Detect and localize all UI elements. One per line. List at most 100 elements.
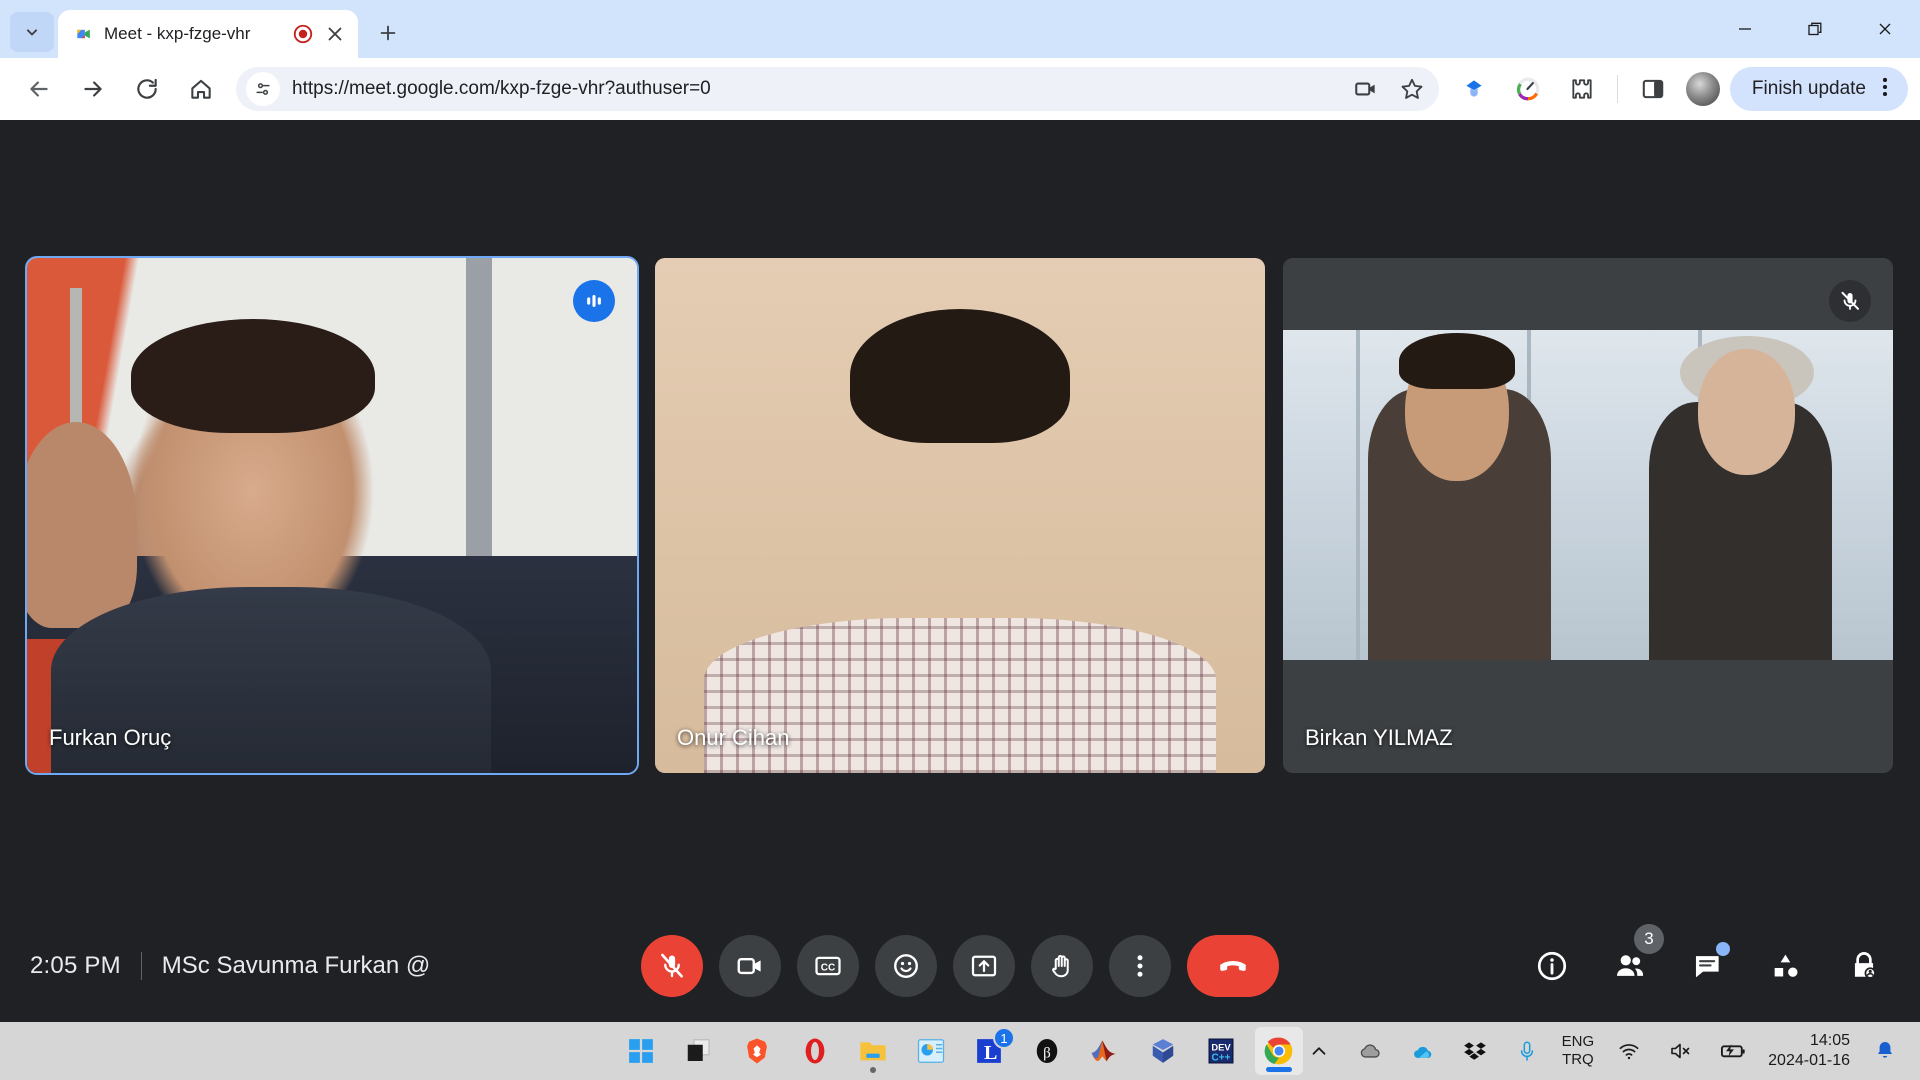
dropbox-icon[interactable]	[1458, 1034, 1492, 1068]
raised-hand-icon	[1052, 955, 1069, 978]
language-line-2: TRQ	[1562, 1051, 1594, 1068]
language-line-1: ENG	[1561, 1033, 1595, 1050]
color-wheel-icon[interactable]	[1501, 62, 1555, 116]
bookmark-star-icon[interactable]	[1391, 68, 1433, 110]
extension-diamond-icon[interactable]	[1447, 62, 1501, 116]
start-button[interactable]	[617, 1027, 665, 1075]
participant-tile[interactable]: Birkan YILMAZ	[1283, 257, 1893, 773]
taskbar-clock[interactable]: 14:05 2024-01-16	[1768, 1031, 1850, 1071]
microphone-off-button[interactable]	[641, 935, 703, 997]
google-meet-app: Furkan Oruç Onur Cihan Birkan YILMAZ 2:0…	[0, 120, 1920, 1022]
slides-chart-icon	[917, 1039, 945, 1063]
chrome-icon	[1264, 1037, 1293, 1065]
meeting-info-left: 2:05 PM MSc Savunma Furkan @	[30, 952, 430, 980]
video-camera-icon	[737, 957, 761, 975]
presentation-app[interactable]	[907, 1027, 955, 1075]
people-icon	[1616, 955, 1644, 976]
task-view-icon	[687, 1039, 710, 1061]
hang-up-phone-icon	[1220, 961, 1246, 971]
site-settings-icon[interactable]	[246, 72, 280, 106]
extensions-puzzle-icon[interactable]	[1555, 62, 1609, 116]
activities-button[interactable]	[1760, 940, 1812, 992]
chevron-down-icon	[26, 29, 38, 36]
texstudio-app[interactable]: L 1	[965, 1027, 1015, 1075]
reload-button[interactable]	[120, 62, 174, 116]
omnibox-actions	[1345, 68, 1433, 110]
participant-name: Furkan Oruç	[49, 724, 172, 750]
finish-update-button[interactable]: Finish update	[1729, 67, 1908, 111]
participant-video	[27, 257, 637, 773]
address-bar[interactable]: https://meet.google.com/kxp-fzge-vhr?aut…	[236, 67, 1439, 111]
forward-button[interactable]	[66, 62, 120, 116]
meeting-details-button[interactable]	[1526, 940, 1578, 992]
home-button[interactable]	[174, 62, 228, 116]
volume-muted-icon[interactable]	[1664, 1034, 1698, 1068]
meet-secondary-controls: 3	[1526, 924, 1890, 992]
maximize-button[interactable]	[1780, 0, 1850, 58]
lock-host-icon	[1854, 952, 1876, 979]
meet-primary-controls: CC	[641, 935, 1279, 997]
file-explorer[interactable]	[849, 1027, 897, 1075]
svg-text:β: β	[1043, 1045, 1051, 1061]
zotero-app[interactable]: β	[1023, 1027, 1071, 1075]
reload-icon	[137, 78, 157, 99]
tab-strip: Meet - kxp-fzge-vhr	[0, 0, 1920, 58]
back-button[interactable]	[12, 62, 66, 116]
toolbar-divider	[1616, 75, 1618, 103]
speaking-indicator-icon	[573, 279, 615, 322]
info-icon	[1537, 951, 1567, 981]
dark-circle-icon: β	[1036, 1039, 1058, 1063]
participant-tile[interactable]: Onur Cihan	[655, 257, 1265, 773]
three-dot-menu-icon[interactable]	[1872, 74, 1898, 105]
forward-arrow-icon	[84, 81, 102, 97]
minimize-icon	[1739, 28, 1751, 30]
wifi-icon[interactable]	[1612, 1034, 1646, 1068]
onedrive-icon[interactable]	[1406, 1034, 1440, 1068]
bell-icon[interactable]	[1868, 1034, 1902, 1068]
language-indicator[interactable]: ENG TRQ	[1562, 1033, 1595, 1069]
activities-shapes-icon	[1774, 954, 1798, 977]
opera-browser[interactable]	[791, 1027, 839, 1075]
more-options-button[interactable]	[1109, 935, 1171, 997]
participant-tile[interactable]: Furkan Oruç	[25, 255, 639, 775]
dev-cpp-app[interactable]: DEV C++	[1197, 1027, 1245, 1075]
matlab-app[interactable]	[1081, 1027, 1129, 1075]
meeting-clock: 2:05 PM	[30, 952, 121, 979]
cloud-sync-icon[interactable]	[1354, 1034, 1388, 1068]
chevron-up-icon[interactable]	[1302, 1034, 1336, 1068]
clock-time: 14:05	[1809, 1032, 1850, 1049]
folder-icon	[860, 1042, 886, 1061]
mic-off-icon	[1829, 279, 1871, 322]
task-view-button[interactable]	[675, 1027, 723, 1075]
brave-browser[interactable]	[733, 1027, 781, 1075]
camera-button[interactable]	[719, 935, 781, 997]
divider	[140, 952, 142, 980]
google-chrome[interactable]	[1255, 1027, 1303, 1075]
svg-text:DEV: DEV	[1211, 1042, 1231, 1052]
profile-avatar[interactable]	[1685, 72, 1720, 106]
host-controls-button[interactable]	[1838, 940, 1890, 992]
present-screen-button[interactable]	[953, 935, 1015, 997]
google-meet-favicon	[74, 24, 94, 44]
new-tab-button[interactable]	[368, 13, 408, 53]
leave-call-button[interactable]	[1187, 935, 1279, 997]
tab-search-button[interactable]	[10, 12, 54, 52]
chat-button[interactable]	[1682, 940, 1734, 992]
dev-cpp-icon: DEVC++	[1208, 1038, 1234, 1064]
meet-control-bar: 2:05 PM MSc Savunma Furkan @ CC 3	[0, 910, 1920, 1022]
battery-charging-icon[interactable]	[1716, 1034, 1750, 1068]
captions-button[interactable]: CC	[797, 935, 859, 997]
video-permission-icon[interactable]	[1345, 68, 1387, 110]
raise-hand-button[interactable]	[1031, 935, 1093, 997]
close-icon[interactable]	[324, 23, 346, 45]
virtualbox-app[interactable]	[1139, 1027, 1187, 1075]
microphone-icon[interactable]	[1510, 1034, 1544, 1068]
reactions-button[interactable]	[875, 935, 937, 997]
side-panel-icon[interactable]	[1626, 62, 1680, 116]
record-indicator-icon[interactable]	[292, 23, 314, 45]
people-button[interactable]: 3	[1604, 924, 1664, 992]
close-window-button[interactable]	[1850, 0, 1920, 58]
minimize-button[interactable]	[1710, 0, 1780, 58]
browser-tab[interactable]: Meet - kxp-fzge-vhr	[58, 10, 358, 58]
clock-date: 2024-01-16	[1768, 1052, 1850, 1069]
